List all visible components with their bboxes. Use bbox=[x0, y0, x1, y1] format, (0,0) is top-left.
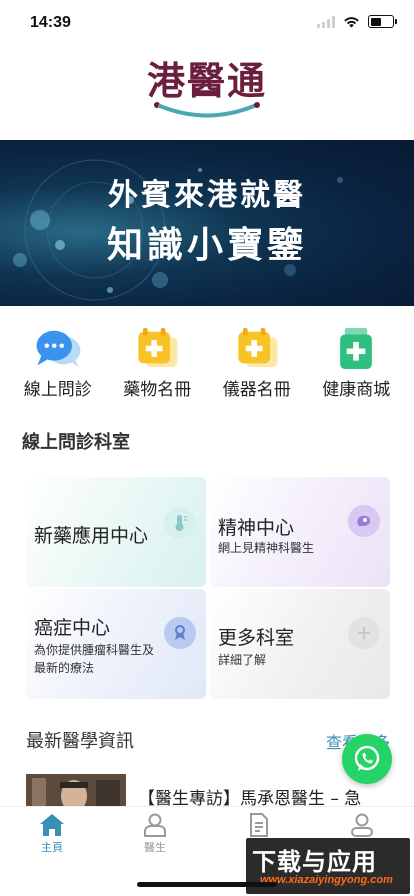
thermometer-icon bbox=[164, 507, 196, 539]
whatsapp-icon bbox=[354, 745, 380, 771]
tab-profile[interactable] bbox=[322, 813, 402, 839]
banner-headline: 外賓來港就醫 bbox=[108, 178, 306, 213]
quick-item-label: 藥物名冊 bbox=[123, 380, 192, 400]
document-icon bbox=[250, 813, 268, 837]
chat-bubbles-icon bbox=[36, 330, 81, 368]
quick-item-label: 線上問診 bbox=[23, 380, 92, 400]
promo-banner[interactable]: 外賓來港就醫 知識小寶鑒 bbox=[0, 140, 414, 306]
tab-records[interactable] bbox=[218, 813, 298, 839]
watermark-text: 下载与应用 bbox=[252, 848, 377, 876]
news-header: 最新醫學資訊 查看更多 bbox=[26, 727, 390, 753]
dept-name: 新藥應用中心 bbox=[34, 525, 149, 547]
news-thumbnail bbox=[26, 774, 126, 806]
status-icons bbox=[317, 15, 397, 28]
departments-title: 線上問診科室 bbox=[22, 432, 130, 453]
dept-name: 精神中心 bbox=[218, 517, 295, 539]
plus-icon bbox=[348, 617, 380, 649]
battery-icon bbox=[368, 15, 397, 28]
app-logo: 港醫通 bbox=[0, 50, 414, 130]
dept-name: 癌症中心 bbox=[34, 617, 111, 639]
quick-menu: 線上問診 藥物名冊 儀器名冊 健康商城 bbox=[0, 328, 414, 400]
dept-card-mental[interactable]: 精神中心 網上見精神科醫生 bbox=[210, 477, 390, 587]
quick-item-drug-list[interactable]: 藥物名冊 bbox=[109, 328, 205, 400]
cellular-signal-icon bbox=[317, 15, 335, 28]
dept-desc: 網上見精神科醫生 bbox=[218, 541, 315, 555]
mind-icon bbox=[348, 505, 380, 537]
user-icon bbox=[351, 813, 373, 837]
dept-desc: 為你提供腫瘤科醫生及最新的療法 bbox=[34, 643, 155, 675]
quick-item-label: 健康商城 bbox=[322, 380, 391, 400]
home-icon bbox=[40, 814, 64, 836]
quick-item-health-mall[interactable]: 健康商城 bbox=[308, 328, 404, 400]
tab-label: 醫生 bbox=[144, 841, 166, 854]
dept-desc: 詳細了解 bbox=[218, 653, 267, 667]
banner-subheadline: 知識小寶鑒 bbox=[106, 225, 307, 266]
device-folder-icon bbox=[238, 328, 278, 368]
medicine-bottle-icon bbox=[340, 328, 373, 369]
status-time: 14:39 bbox=[30, 14, 71, 31]
tab-doctor[interactable]: 醫生 bbox=[115, 813, 195, 855]
news-title: 最新醫學資訊 bbox=[26, 731, 134, 752]
departments-grid: 新藥應用中心 精神中心 網上見精神科醫生 癌症中心 為你提供腫瘤科醫生及最新的療… bbox=[26, 477, 390, 699]
quick-item-device-list[interactable]: 儀器名冊 bbox=[209, 328, 305, 400]
tab-home[interactable]: 主頁 bbox=[12, 813, 92, 855]
dept-name: 更多科室 bbox=[218, 627, 295, 649]
news-item[interactable]: 【醫生專訪】馬承恩醫生 – 急 bbox=[26, 774, 396, 806]
news-headline: 【醫生專訪】馬承恩醫生 – 急 bbox=[138, 789, 362, 806]
watermark-url: www.xiazaiyingyong.com bbox=[260, 874, 393, 886]
quick-item-online-consult[interactable]: 線上問診 bbox=[10, 328, 106, 400]
wifi-icon bbox=[344, 16, 359, 27]
home-indicator bbox=[137, 882, 277, 887]
quick-item-label: 儀器名冊 bbox=[222, 380, 291, 400]
doctor-icon bbox=[144, 813, 166, 837]
dept-card-new-drug[interactable]: 新藥應用中心 bbox=[26, 477, 206, 587]
whatsapp-button[interactable] bbox=[342, 734, 392, 784]
medicine-folder-icon bbox=[138, 328, 178, 368]
ribbon-icon bbox=[164, 617, 196, 649]
logo-text: 港醫通 bbox=[146, 59, 267, 103]
dept-card-cancer[interactable]: 癌症中心 為你提供腫瘤科醫生及最新的療法 bbox=[26, 589, 206, 699]
status-bar: 14:39 bbox=[0, 0, 414, 46]
tab-label: 主頁 bbox=[41, 841, 63, 854]
dept-card-more[interactable]: 更多科室 詳細了解 bbox=[210, 589, 390, 699]
